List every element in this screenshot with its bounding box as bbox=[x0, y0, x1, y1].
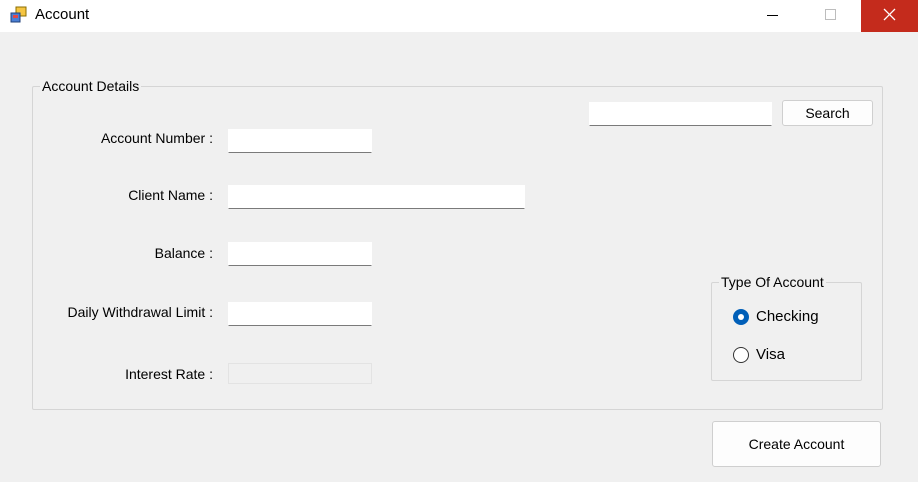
client-name-label: Client Name : bbox=[128, 187, 213, 203]
create-account-button[interactable]: Create Account bbox=[712, 421, 881, 467]
radio-visa-label: Visa bbox=[756, 346, 785, 363]
interest-rate-field bbox=[228, 363, 372, 384]
radio-checked-icon bbox=[733, 308, 749, 325]
interest-rate-label: Interest Rate : bbox=[125, 366, 213, 382]
account-details-legend: Account Details bbox=[40, 78, 142, 94]
account-number-field[interactable] bbox=[228, 129, 372, 153]
daily-withdrawal-limit-field[interactable] bbox=[228, 302, 372, 326]
account-number-label: Account Number : bbox=[100, 130, 213, 146]
radio-checking[interactable]: Checking bbox=[733, 308, 819, 325]
type-of-account-group bbox=[711, 282, 862, 381]
maximize-button[interactable] bbox=[801, 0, 858, 32]
balance-field[interactable] bbox=[228, 242, 372, 266]
maximize-icon bbox=[825, 9, 836, 20]
client-name-field[interactable] bbox=[228, 185, 525, 209]
close-icon bbox=[883, 8, 896, 21]
title-bar: Account bbox=[0, 0, 918, 32]
close-button[interactable] bbox=[861, 0, 918, 32]
window-title: Account bbox=[35, 6, 90, 23]
search-input[interactable] bbox=[589, 102, 772, 126]
minimize-button[interactable] bbox=[744, 0, 801, 32]
type-of-account-legend: Type Of Account bbox=[719, 274, 826, 290]
app-icon bbox=[10, 6, 28, 24]
radio-visa[interactable]: Visa bbox=[733, 346, 785, 363]
daily-withdrawal-limit-label: Daily Withdrawal Limit : bbox=[67, 304, 213, 320]
search-button[interactable]: Search bbox=[782, 100, 873, 126]
balance-label: Balance : bbox=[154, 245, 213, 261]
radio-checking-label: Checking bbox=[756, 308, 819, 325]
radio-unchecked-icon bbox=[733, 346, 749, 363]
minimize-icon bbox=[767, 15, 778, 16]
